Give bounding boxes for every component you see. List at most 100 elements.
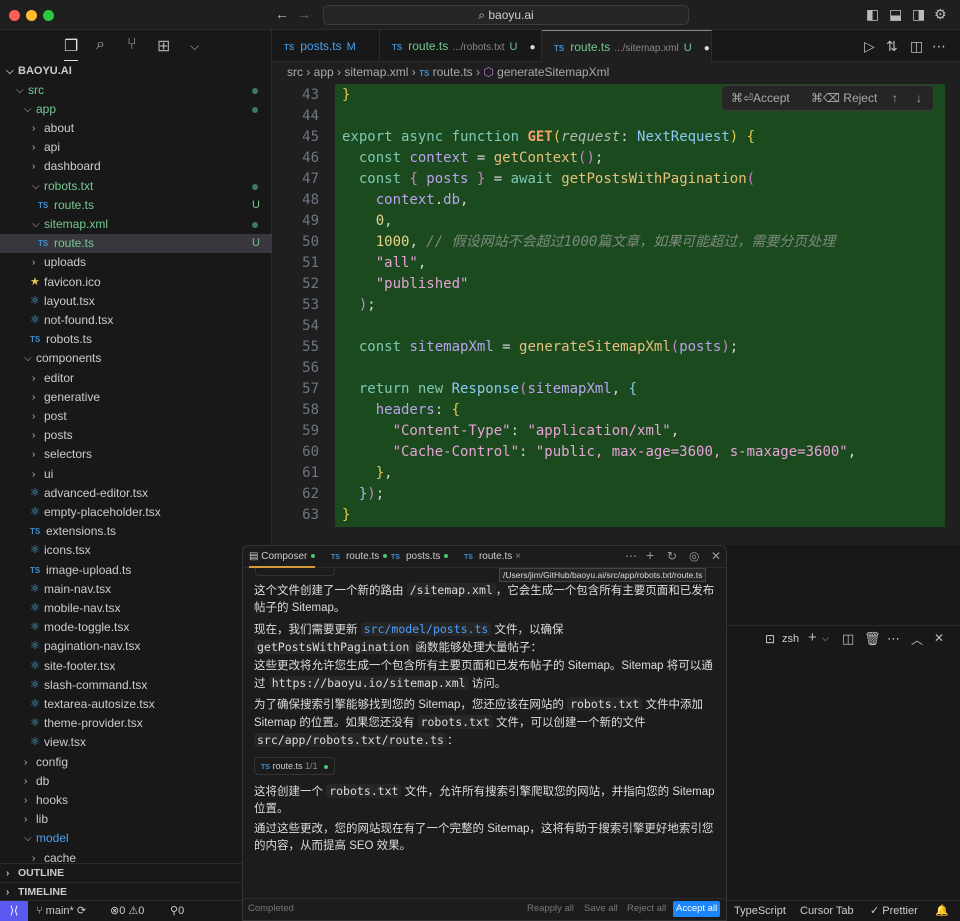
history-icon[interactable]: ↻ xyxy=(667,549,677,563)
breadcrumb-item[interactable]: generateSitemapXml xyxy=(497,65,609,79)
tree-item[interactable]: TS extensions.ts xyxy=(0,522,272,541)
tree-item[interactable]: ⚛ site-footer.tsx xyxy=(0,657,272,676)
back-arrow-icon[interactable]: ← xyxy=(275,6,289,22)
reapply-all-button[interactable]: Reapply all xyxy=(527,899,574,919)
tree-item[interactable]: › posts xyxy=(0,426,272,445)
close-icon[interactable]: × xyxy=(512,551,521,562)
prettier-item[interactable]: ✓ Prettier xyxy=(870,901,918,921)
maximize-panel-icon[interactable]: ︿ xyxy=(911,631,923,648)
breadcrumb-item[interactable]: app xyxy=(314,65,334,79)
search-icon[interactable]: ⌕ xyxy=(96,36,105,54)
new-terminal-icon[interactable]: + xyxy=(808,629,817,646)
tree-item[interactable]: TS robots.ts xyxy=(0,330,272,349)
tree-item[interactable]: ⌵ src xyxy=(0,81,272,100)
tree-item[interactable]: ⚛ advanced-editor.tsx xyxy=(0,484,272,503)
breadcrumb-item[interactable]: src xyxy=(287,65,303,79)
file-link[interactable]: src/model/posts.ts xyxy=(360,622,492,636)
toggle-secondary-sidebar-icon[interactable]: ◨ xyxy=(912,6,925,23)
tree-item[interactable]: › selectors xyxy=(0,445,272,464)
plus-icon[interactable]: + xyxy=(646,547,654,563)
source-control-icon[interactable]: ⑂ xyxy=(127,36,137,54)
tree-item[interactable]: TS route.ts U xyxy=(0,234,272,254)
chevron-down-icon[interactable]: ⌵ xyxy=(190,39,199,54)
code-editor[interactable]: 43} 44 45 export async function GET(request… xyxy=(272,84,960,545)
command-center-search[interactable]: ⌕ baoyu.ai xyxy=(323,5,689,25)
tree-item[interactable]: ⚛ icons.tsx xyxy=(0,541,272,560)
more-actions-icon[interactable]: ⋯ xyxy=(932,38,946,55)
breadcrumb-item[interactable]: route.ts xyxy=(433,65,473,79)
composer-tab[interactable]: ▤ Composer xyxy=(249,546,316,568)
tree-item[interactable]: ⌵ model xyxy=(0,829,272,848)
editor-scrollbar[interactable] xyxy=(945,84,960,527)
gauge-icon[interactable]: ◎ xyxy=(689,549,699,563)
tree-item[interactable]: ⌵ app xyxy=(0,100,272,119)
save-all-button[interactable]: Save all xyxy=(584,899,618,919)
toggle-panel-icon[interactable]: ⬓ xyxy=(889,6,902,23)
tree-item[interactable]: › post xyxy=(0,407,272,426)
chevron-down-icon[interactable]: ⌵ xyxy=(822,633,829,644)
bell-icon[interactable]: 🔔 xyxy=(935,901,949,921)
reject-button[interactable]: ⌘⌫ Reject xyxy=(811,86,877,110)
tree-item[interactable]: › ui xyxy=(0,465,272,484)
ports-item[interactable]: ⚲0 xyxy=(170,901,184,921)
tab-route-ts[interactable]: TS route.ts .../sitemap.xml U ● xyxy=(542,30,712,62)
tree-item[interactable]: ⚛ theme-provider.tsx xyxy=(0,714,272,733)
terminal-shell-tab[interactable]: zsh xyxy=(782,633,799,645)
tree-item[interactable]: › dashboard xyxy=(0,157,272,176)
breadcrumb-item[interactable]: sitemap.xml xyxy=(344,65,408,79)
tree-item[interactable]: › hooks xyxy=(0,791,272,810)
tree-item[interactable]: › editor xyxy=(0,369,272,388)
arrow-up-icon[interactable]: ↑ xyxy=(892,86,898,110)
more-icon[interactable]: ⋯ xyxy=(887,631,900,647)
unsaved-dot-icon[interactable]: ● xyxy=(704,43,710,54)
cursor-tab-item[interactable]: Cursor Tab xyxy=(800,901,854,921)
trash-icon[interactable]: 🗑 xyxy=(864,631,881,647)
more-icon[interactable]: ⋯ xyxy=(625,549,637,563)
composer-tab[interactable]: TS posts.ts xyxy=(391,546,449,568)
remote-icon[interactable]: ⟩⟨ xyxy=(0,901,28,921)
accept-all-button[interactable]: Accept all xyxy=(673,901,721,917)
accept-button[interactable]: ⌘⏎Accept xyxy=(731,86,790,110)
tree-item[interactable]: ★ favicon.ico xyxy=(0,273,272,292)
tree-item[interactable]: TS image-upload.ts xyxy=(0,561,272,580)
close-icon[interactable]: ✕ xyxy=(711,549,721,563)
tree-item[interactable]: ⚛ main-nav.tsx xyxy=(0,580,272,599)
tree-item[interactable]: ⌵ robots.txt xyxy=(0,177,272,196)
tree-item[interactable]: › lib xyxy=(0,810,272,829)
close-panel-icon[interactable]: ✕ xyxy=(934,631,944,645)
tree-item[interactable]: ⌵ components xyxy=(0,349,272,368)
split-terminal-icon[interactable]: ◫ xyxy=(842,631,854,647)
code-block-chip[interactable]: TS route.ts 1/1 xyxy=(254,757,336,775)
tree-item[interactable]: ⚛ layout.tsx xyxy=(0,292,272,311)
files-icon[interactable]: ❐ xyxy=(64,36,79,61)
tree-item[interactable]: ⚛ empty-placeholder.tsx xyxy=(0,503,272,522)
tree-item[interactable]: ⚛ not-found.tsx xyxy=(0,311,272,330)
gear-icon[interactable]: ⚙ xyxy=(934,6,947,23)
compare-changes-icon[interactable]: ⇅ xyxy=(886,38,898,55)
tree-item[interactable]: › config xyxy=(0,753,272,772)
tab-posts-ts[interactable]: TS posts.ts M xyxy=(272,30,380,62)
composer-tab[interactable]: TS route.ts xyxy=(331,546,388,568)
split-editor-icon[interactable]: ◫ xyxy=(910,38,923,55)
branch-item[interactable]: ⑂ main* ⟳ xyxy=(36,901,86,921)
tab-route-ts[interactable]: TS route.ts .../robots.txt U ● xyxy=(380,30,542,62)
tree-item[interactable]: ⚛ mobile-nav.tsx xyxy=(0,599,272,618)
problems-item[interactable]: ⊗0 ⚠0 xyxy=(110,901,144,921)
tree-item[interactable]: ⚛ pagination-nav.tsx xyxy=(0,637,272,656)
language-mode[interactable]: TypeScript xyxy=(734,901,786,921)
outline-section[interactable]: › OUTLINE xyxy=(0,863,272,882)
timeline-section[interactable]: › TIMELINE xyxy=(0,882,272,901)
tree-item[interactable]: › generative xyxy=(0,388,272,407)
toggle-sidebar-icon[interactable]: ◧ xyxy=(866,6,879,23)
reject-all-button[interactable]: Reject all xyxy=(627,899,666,919)
maximize-window-button[interactable] xyxy=(43,10,54,21)
composer-tab[interactable]: TS route.ts × xyxy=(464,546,521,568)
tree-item[interactable]: TS route.ts U xyxy=(0,196,272,215)
close-window-button[interactable] xyxy=(9,10,20,21)
minimize-window-button[interactable] xyxy=(26,10,37,21)
tree-item[interactable]: ⚛ textarea-autosize.tsx xyxy=(0,695,272,714)
tree-item[interactable]: › about xyxy=(0,119,272,138)
tree-item[interactable]: › uploads xyxy=(0,253,272,272)
tree-item[interactable]: ⚛ mode-toggle.tsx xyxy=(0,618,272,637)
tree-item[interactable]: ⚛ slash-command.tsx xyxy=(0,676,272,695)
